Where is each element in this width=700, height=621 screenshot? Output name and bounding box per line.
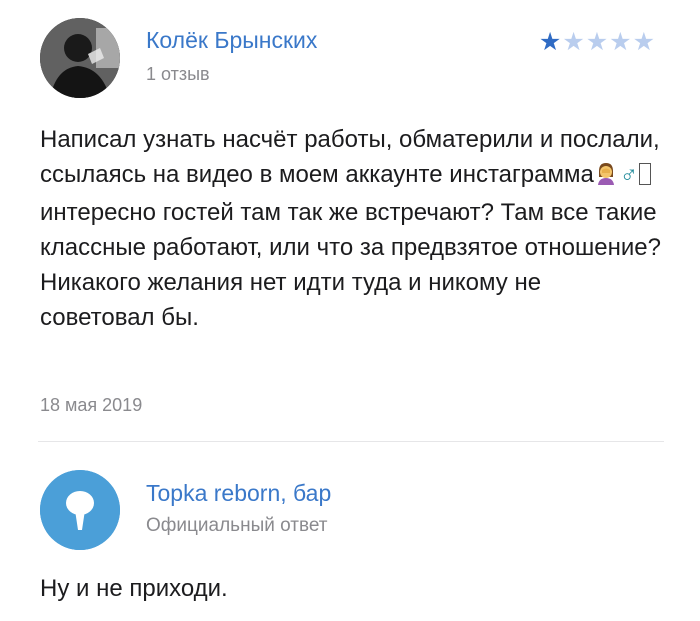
- review-text-part1: Написал узнать насчёт работы, обматерили…: [40, 126, 660, 188]
- star-empty-icon: ★: [609, 28, 633, 56]
- review-text: Написал узнать насчёт работы, обматерили…: [40, 122, 662, 335]
- star-empty-icon: ★: [632, 28, 656, 56]
- author-name[interactable]: Колёк Брынских: [146, 27, 317, 54]
- business-name[interactable]: Topka reborn, бар: [146, 480, 331, 507]
- business-avatar[interactable]: [40, 470, 120, 550]
- review-text-part2: интересно гостей там так же встречают? Т…: [40, 199, 661, 331]
- missing-glyph-icon: [638, 163, 651, 185]
- star-empty-icon: ★: [585, 28, 610, 56]
- reply-text: Ну и не приходи.: [40, 575, 228, 602]
- star-empty-icon: ★: [562, 28, 586, 56]
- author-review-count[interactable]: 1 отзыв: [146, 64, 210, 85]
- divider: [38, 441, 664, 442]
- woman-facepalming-icon: [594, 160, 618, 195]
- male-sign-icon: ♂: [619, 161, 638, 188]
- review-date: 18 мая 2019: [40, 395, 143, 415]
- review-page: Колёк Брынских 1 отзыв ★★★★★ Написал узн…: [0, 0, 700, 621]
- rating-stars: ★★★★★: [539, 27, 656, 57]
- author-avatar[interactable]: [40, 18, 120, 98]
- official-reply-label: Официальный ответ: [146, 515, 328, 536]
- star-filled-icon: ★: [538, 28, 563, 56]
